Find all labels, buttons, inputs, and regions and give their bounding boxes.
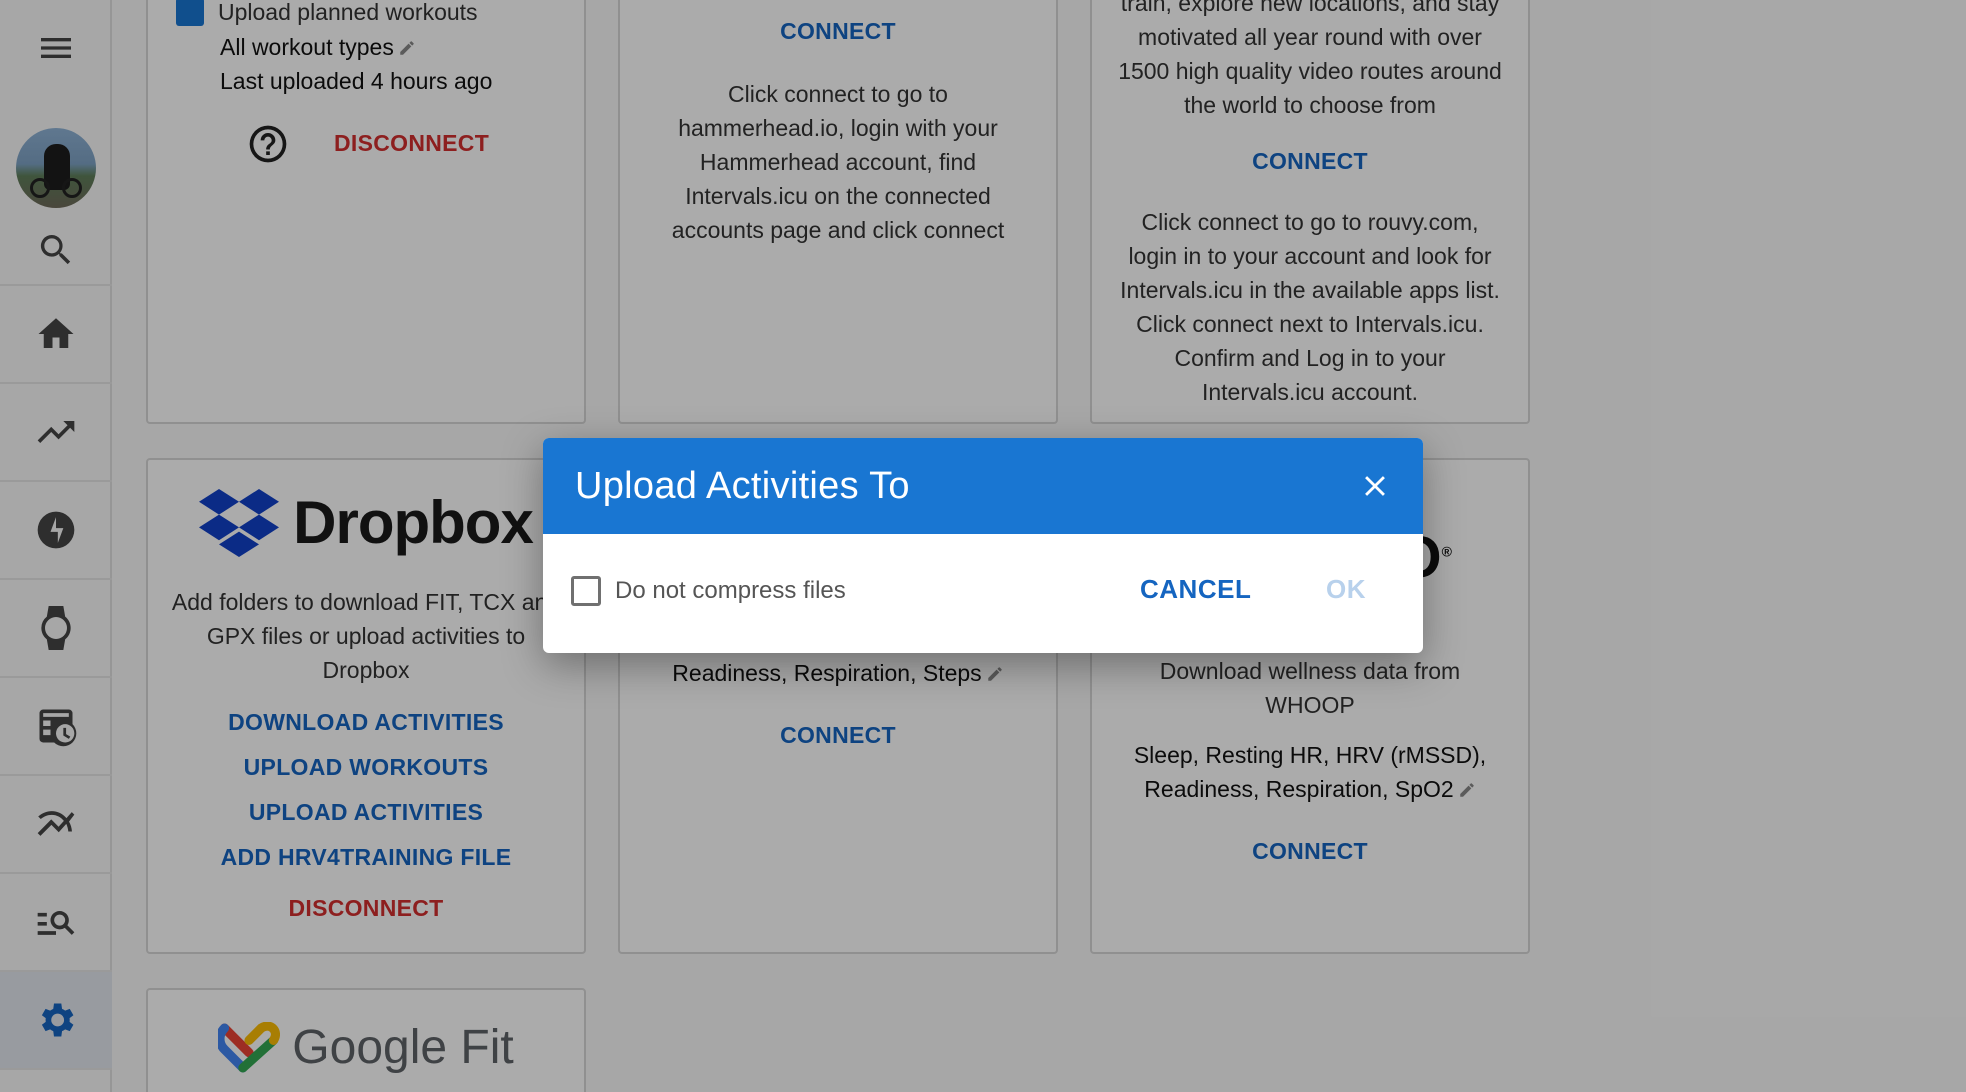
do-not-compress-label[interactable]: Do not compress files xyxy=(615,576,846,606)
close-icon xyxy=(1365,476,1385,496)
dialog-title: Upload Activities To xyxy=(575,464,910,507)
upload-activities-dialog: Upload Activities To Do not compress fil… xyxy=(543,438,1423,653)
dialog-body: Do not compress files CANCEL OK xyxy=(543,534,1423,653)
cancel-button[interactable]: CANCEL xyxy=(1140,574,1251,605)
ok-button[interactable]: OK xyxy=(1326,574,1366,605)
dialog-header: Upload Activities To xyxy=(543,438,1423,534)
close-button[interactable] xyxy=(1355,466,1395,506)
do-not-compress-checkbox[interactable] xyxy=(571,576,601,606)
